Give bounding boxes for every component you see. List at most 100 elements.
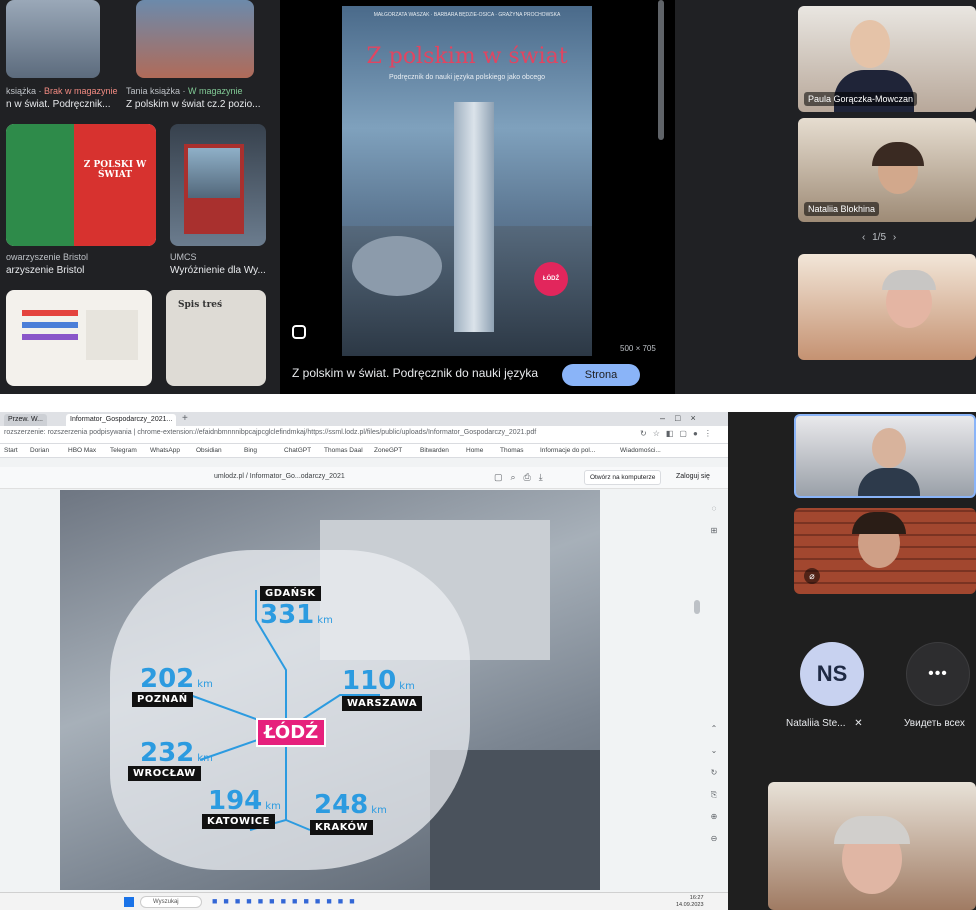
bookmark[interactable]: Start — [4, 447, 18, 454]
distance-poznan: 202 km — [140, 664, 213, 694]
participant-tile[interactable] — [798, 254, 976, 360]
avatar — [858, 468, 920, 496]
bookmark[interactable]: ChatGPT — [284, 447, 311, 454]
windows-taskbar: Wyszukaj ■■■■■■■■■■■■■ 16:27 14.09.2023 — [0, 892, 728, 910]
address-bar[interactable]: rozszerzenie: rozszerzenia podpisywania … — [0, 426, 728, 444]
new-tab-icon[interactable]: + — [182, 413, 188, 424]
more-icon: ••• — [928, 665, 948, 682]
pdf-scrollbar-thumb[interactable] — [694, 600, 700, 614]
cover-badge: ŁÓDŹ — [534, 262, 568, 296]
result-title[interactable]: Wyróżnienie dla Wy... — [170, 265, 266, 276]
city-label-lodz: ŁÓDŹ — [256, 718, 327, 747]
distance-wroclaw: 232 km — [140, 738, 213, 768]
lens-icon[interactable] — [292, 325, 306, 339]
tab-active[interactable]: Informator_Gospodarczy_2021... — [66, 414, 177, 426]
open-on-computer-button[interactable]: Otwórz na komputerze — [584, 470, 662, 485]
cover-title: Z polskim w świat — [366, 44, 568, 69]
bookmarks-bar: Start Dorian HBO Max Telegram WhatsApp O… — [0, 444, 728, 458]
result-thumbnail[interactable]: Z POLSKI W ŚWIAT — [6, 124, 156, 246]
windows-start-icon[interactable] — [124, 897, 134, 907]
chevron-left-icon[interactable]: ‹ — [862, 232, 865, 243]
hair-shape — [872, 142, 924, 166]
result-thumbnail[interactable] — [6, 290, 152, 386]
video-meeting-panel: ⌀ NS Nataliia Ste... ✕ ••• Увидеть всех — [728, 412, 976, 910]
participant-tile[interactable]: ⌀ — [794, 508, 976, 594]
bottom-section: Przew. W... Informator_Gospodarczy_2021.… — [0, 412, 976, 910]
result-thumbnail[interactable] — [6, 0, 100, 78]
pdf-tool-icons[interactable]: ▢⌕⎙⤓ — [494, 472, 551, 483]
participant-name: Paula Gorączka-Mowczan — [804, 92, 918, 106]
clock-date: 14.09.2023 — [676, 902, 704, 908]
result-source: UMCS — [170, 252, 197, 262]
visit-button[interactable]: Strona — [562, 364, 640, 386]
preview-caption[interactable]: Z polskim w świat. Podręcznik do nauki j… — [292, 366, 538, 380]
bookmark[interactable]: Thomas — [500, 447, 523, 454]
result-thumbnail[interactable] — [170, 124, 266, 246]
window-controls[interactable]: –□× — [660, 413, 706, 423]
pager-label: 1/5 — [872, 232, 887, 243]
bookmark[interactable]: Bing — [244, 447, 257, 454]
building-shape — [352, 236, 442, 296]
tab[interactable]: Przew. W... — [4, 414, 48, 426]
participant-avatar-initials[interactable]: NS — [800, 642, 864, 706]
cover-subtitle: Podręcznik do nauki języka polskiego jak… — [388, 74, 546, 81]
city-label-poznan: POZNAŃ — [132, 692, 193, 707]
bookmark[interactable]: Wiadomości... — [620, 447, 661, 454]
book-cover-image[interactable]: MAŁGORZATA WASZAK · BARBARA BĘDZIE-OSICA… — [342, 6, 592, 356]
participant-pager[interactable]: ‹ 1/5 › — [862, 232, 896, 243]
result-source: owarzyszenie Bristol — [6, 252, 89, 262]
image-size: 500 × 705 — [620, 344, 656, 353]
bookmark[interactable]: Informacje do pol... — [540, 447, 595, 454]
participant-tile[interactable]: Paula Gorączka-Mowczan — [798, 6, 976, 112]
result-source: książka · Brak w magazynie — [6, 86, 118, 96]
clock-time: 16:27 — [689, 895, 704, 901]
chevron-right-icon[interactable]: › — [893, 232, 896, 243]
url-text[interactable]: rozszerzenie: rozszerzenia podpisywania … — [4, 429, 536, 436]
participant-tile[interactable]: Nataliia Blokhina — [798, 118, 976, 222]
bookmark[interactable]: WhatsApp — [150, 447, 180, 454]
more-participants-button[interactable]: ••• — [906, 642, 970, 706]
video-meeting-panel: Paula Gorączka-Mowczan Nataliia Blokhina… — [690, 0, 976, 394]
mic-off-icon: ⌀ — [804, 568, 820, 584]
bookmark[interactable]: Dorian — [30, 447, 49, 454]
bookmark[interactable]: Telegram — [110, 447, 137, 454]
participant-name: Nataliia Blokhina — [804, 202, 880, 216]
avatar — [872, 428, 906, 468]
browser-window: Przew. W... Informator_Gospodarczy_2021.… — [0, 412, 728, 910]
taskbar-app-icons[interactable]: ■■■■■■■■■■■■■ — [212, 896, 361, 906]
side-toolbar[interactable]: ◌ ⊞ ⌃ ⌄ ↻ ⎘ ⊕ ⊖ — [708, 498, 720, 878]
participant-name: Nataliia Ste... ✕ — [786, 718, 863, 729]
result-thumbnail[interactable] — [136, 0, 254, 78]
taskbar-clock[interactable]: 16:27 14.09.2023 — [676, 895, 704, 909]
result-thumbnail[interactable]: Spis treś — [166, 290, 266, 386]
pdf-toolbar: umlodz.pl / Informator_Go...odarczy_2021… — [0, 467, 728, 489]
scrollbar-thumb[interactable] — [658, 0, 664, 140]
avatar — [850, 20, 890, 68]
city-label-krakow: KRAKÓW — [310, 820, 374, 835]
result-title[interactable]: n w świat. Podręcznik... — [6, 99, 110, 110]
result-title[interactable]: arzyszenie Bristol — [6, 265, 84, 276]
distance-krakow: 248 km — [314, 790, 387, 820]
distance-warszawa: 110 km — [342, 666, 415, 696]
bookmark[interactable]: HBO Max — [68, 447, 96, 454]
bookmark[interactable]: Thomas Daal — [324, 447, 363, 454]
book-cover-title: Z POLSKI W ŚWIAT — [83, 160, 147, 180]
bookmark[interactable]: ZoneGPT — [374, 447, 402, 454]
result-title[interactable]: Z polskim w świat cz.2 pozio... — [126, 99, 260, 110]
divider — [0, 394, 976, 412]
participant-tile[interactable] — [768, 782, 976, 910]
city-label-warszawa: WARSZAWA — [342, 696, 423, 711]
taskbar-search[interactable]: Wyszukaj — [140, 896, 202, 908]
toolbar-icons[interactable]: ↻☆◧▢●⋮ — [640, 429, 718, 438]
login-link[interactable]: Zaloguj się — [676, 473, 710, 480]
city-label-gdansk: GDAŃSK — [260, 586, 321, 601]
hair-shape — [882, 270, 936, 290]
see-all-label[interactable]: Увидеть всех — [904, 718, 965, 729]
bookmark[interactable]: Bitwarden — [420, 447, 449, 454]
image-search-panel: książka · Brak w magazynie n w świat. Po… — [0, 0, 976, 394]
bookmark[interactable]: Obsidian — [196, 447, 222, 454]
bookmark[interactable]: Home — [466, 447, 483, 454]
hair-shape — [834, 816, 910, 844]
skyscraper-shape — [454, 102, 494, 332]
participant-tile-active[interactable] — [794, 414, 976, 498]
